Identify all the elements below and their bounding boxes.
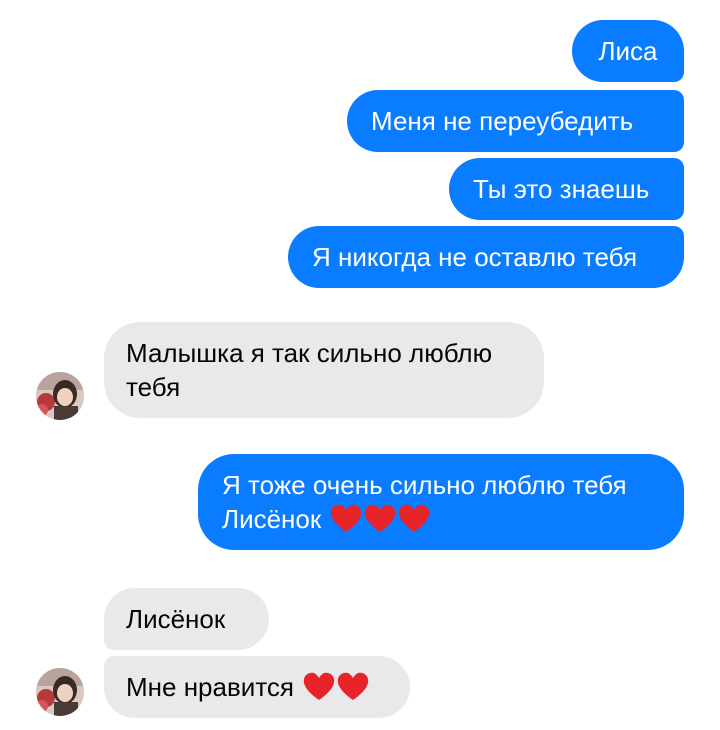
contact-avatar[interactable] [36,372,84,420]
sent-message-bubble[interactable]: Меня не переубедить [347,90,684,152]
contact-avatar[interactable] [36,668,84,716]
heart-icon [399,504,430,532]
received-message-bubble[interactable]: Малышка я так сильно люблю тебя [104,322,544,418]
message-text-line: Малышка я так сильно люблю [126,338,493,368]
heart-icon [337,672,369,700]
received-message-bubble[interactable]: Лисёнок [104,588,269,650]
message-text: Ты это знаешь [473,174,650,204]
message-text: Лиса [598,36,658,66]
message-text-line: Лисёнок [222,504,322,534]
message-text: Лисёнок [126,604,226,634]
message-text: Я никогда не оставлю тебя [312,242,638,272]
heart-icon [303,672,335,700]
message-text: Мне нравится [126,672,295,702]
message-text: Меня не переубедить [371,106,634,136]
heart-icon [365,504,396,532]
heart-icon [331,504,362,532]
sent-message-bubble[interactable]: Ты это знаешь [449,158,684,220]
sent-message-bubble[interactable]: Я никогда не оставлю тебя [288,226,684,288]
sent-message-bubble[interactable]: Я тоже очень сильно люблю тебя Лисёнок [198,454,684,550]
sent-message-bubble[interactable]: Лиса [572,20,684,82]
message-text-line: тебя [126,372,181,402]
received-message-bubble[interactable]: Мне нравится [104,656,410,718]
message-text-line: Я тоже очень сильно люблю тебя [222,470,627,500]
